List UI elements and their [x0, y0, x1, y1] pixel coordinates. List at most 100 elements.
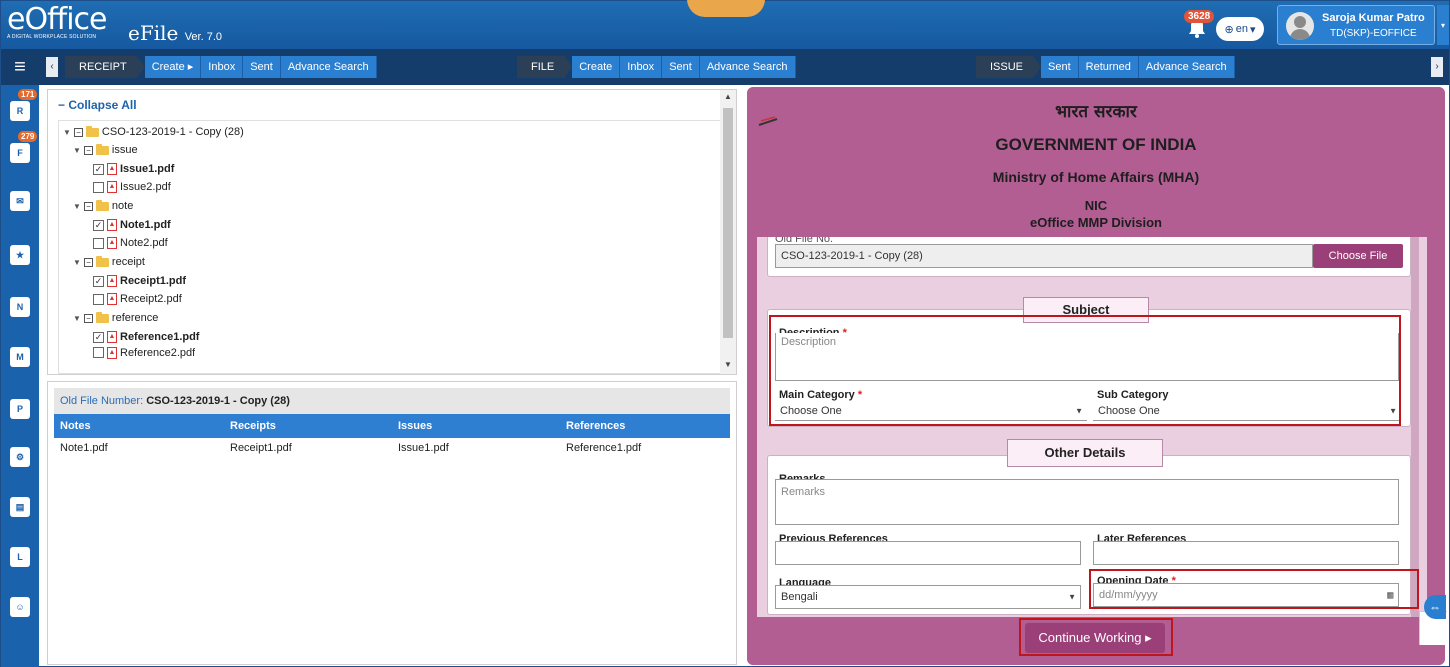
tree-root[interactable]: ▼ − CSO-123-2019-1 - Copy (28) [63, 123, 244, 141]
table-cell[interactable]: Reference1.pdf [560, 438, 730, 458]
collapse-all-link[interactable]: − Collapse All [58, 98, 137, 112]
required-marker: * [854, 389, 863, 401]
tree-folder-issue[interactable]: ▼ − issue [73, 141, 138, 159]
tree-file-item[interactable]: ▲ Issue2.pdf [93, 178, 171, 196]
file-icon[interactable]: F [10, 143, 30, 163]
expand-toggle-icon[interactable]: ▼ [73, 314, 81, 323]
vip-icon[interactable]: ★ [10, 245, 30, 265]
old-file-number-value: CSO-123-2019-1 - Copy (28) [146, 395, 290, 407]
nav-issue-returned[interactable]: Returned [1078, 56, 1139, 78]
tree-file-label: Note1.pdf [120, 219, 171, 231]
nav-receipt-sent[interactable]: Sent [243, 56, 281, 78]
notice-icon[interactable]: N [10, 297, 30, 317]
tree-file-item[interactable]: ▲ Note2.pdf [93, 234, 168, 252]
language-select[interactable]: Bengali ▼ [775, 585, 1081, 609]
calendar-icon[interactable]: ▦ [1386, 591, 1394, 600]
tree-folder-note[interactable]: ▼ − note [73, 197, 133, 215]
nav-file-advance-search[interactable]: Advance Search [699, 56, 796, 78]
checkbox[interactable] [93, 237, 104, 249]
admin-icon[interactable]: ☺ [10, 597, 30, 617]
docs-icon[interactable]: ▤ [10, 497, 30, 517]
table-cell[interactable]: Note1.pdf [54, 438, 224, 458]
collapse-box-icon[interactable]: − [73, 127, 83, 137]
tree-file-item[interactable]: ✓ ▲ Receipt1.pdf [93, 272, 186, 290]
checkbox-checked[interactable]: ✓ [93, 275, 104, 287]
eoffice-logo[interactable]: eOffice A DIGITAL WORKPLACE SOLUTION [7, 5, 107, 41]
description-textarea[interactable]: Description [775, 333, 1399, 381]
user-profile-menu[interactable]: Saroja Kumar Patro TD(SKP)-EOFFICE [1277, 5, 1435, 45]
nav-scroll-right-icon[interactable]: › [1431, 57, 1443, 77]
expand-toggle-icon[interactable]: ▼ [73, 146, 81, 155]
table-row: Note1.pdf Receipt1.pdf Issue1.pdf Refere… [54, 438, 730, 458]
manage-icon[interactable]: M [10, 347, 30, 367]
settings-icon[interactable]: ⚙ [10, 447, 30, 467]
collapse-box-icon[interactable]: − [83, 257, 93, 267]
later-references-input[interactable] [1093, 541, 1399, 565]
hamburger-menu-icon[interactable]: ≡ [5, 55, 35, 79]
tree-folder-receipt[interactable]: ▼ − receipt [73, 253, 145, 271]
pp-icon[interactable]: P [10, 399, 30, 419]
nav-file-create[interactable]: Create [572, 56, 621, 78]
previous-references-input[interactable] [775, 541, 1081, 565]
checkbox[interactable] [93, 347, 104, 358]
folder-icon [95, 255, 109, 267]
checkbox-checked[interactable]: ✓ [93, 331, 104, 343]
notification-count-badge: 3628 [1184, 10, 1215, 23]
tree-file-item[interactable]: ✓ ▲ Note1.pdf [93, 216, 171, 234]
checkbox-checked[interactable]: ✓ [93, 219, 104, 231]
table-cell[interactable]: Receipt1.pdf [224, 438, 392, 458]
checkbox-checked[interactable]: ✓ [93, 163, 104, 175]
continue-working-button[interactable]: Continue Working ▸ [1025, 623, 1165, 653]
sub-category-label: Sub Category [1097, 389, 1169, 401]
scrollbar-thumb[interactable] [723, 108, 733, 338]
tree-scrollbar[interactable]: ▲ ▼ [720, 90, 736, 374]
remarks-textarea[interactable]: Remarks [775, 479, 1399, 525]
dak-icon[interactable]: ✉ [10, 191, 30, 211]
collapse-box-icon[interactable]: − [83, 145, 93, 155]
nav-file-inbox[interactable]: Inbox [620, 56, 663, 78]
tree-file-item[interactable]: ✓ ▲ Reference1.pdf [93, 328, 199, 346]
form-body: Old File No. CSO-123-2019-1 - Copy (28) … [757, 237, 1427, 617]
checkbox[interactable] [93, 181, 104, 193]
user-dropdown-icon[interactable]: ▾ [1437, 5, 1449, 45]
opening-date-input[interactable]: dd/mm/yyyy ▦ [1093, 583, 1399, 607]
receipt-icon[interactable]: R [10, 101, 30, 121]
tree-file-item[interactable]: ✓ ▲ Issue1.pdf [93, 160, 174, 178]
language-value: en [1235, 23, 1248, 35]
main-category-select[interactable]: Choose One ▼ [775, 401, 1087, 421]
expand-toggle-icon[interactable]: ▼ [73, 202, 81, 211]
nav-receipt-create[interactable]: Create ▸ [144, 56, 202, 78]
nav-receipt-advance-search[interactable]: Advance Search [280, 56, 377, 78]
table-cell[interactable]: Issue1.pdf [392, 438, 560, 458]
collapse-box-icon[interactable]: − [83, 201, 93, 211]
form-scrollbar[interactable] [1411, 237, 1419, 617]
nav-receipt-inbox[interactable]: Inbox [201, 56, 244, 78]
scroll-down-icon[interactable]: ▼ [723, 360, 733, 370]
expand-toggle-icon[interactable]: ▼ [63, 128, 71, 137]
tree-folder-reference[interactable]: ▼ − reference [73, 309, 158, 327]
pdf-icon: ▲ [107, 293, 117, 305]
nav-issue-sent[interactable]: Sent [1041, 56, 1079, 78]
nav-file-label[interactable]: FILE [517, 56, 572, 78]
log-icon[interactable]: L [10, 547, 30, 567]
tree-file-item[interactable]: ▲ Receipt2.pdf [93, 290, 182, 308]
checkbox[interactable] [93, 293, 104, 305]
sub-category-select[interactable]: Choose One ▼ [1093, 401, 1401, 421]
nav-receipt-label[interactable]: RECEIPT [65, 56, 145, 78]
nav-file-sent[interactable]: Sent [662, 56, 700, 78]
nav-issue-advance-search[interactable]: Advance Search [1138, 56, 1235, 78]
collapse-box-icon[interactable]: − [83, 313, 93, 323]
app-name: eFile Ver. 7.0 [128, 21, 222, 45]
nav-scroll-left-icon[interactable]: ‹ [46, 57, 58, 77]
language-selector[interactable]: ⊕ en ▾ [1216, 17, 1264, 41]
choose-file-button[interactable]: Choose File [1313, 244, 1403, 268]
expand-panel-icon[interactable]: ⇔ [1424, 595, 1446, 619]
center-pull-tab[interactable] [687, 0, 765, 17]
file-attachment-panel: Old File Number: CSO-123-2019-1 - Copy (… [47, 381, 737, 665]
tree-root-label: CSO-123-2019-1 - Copy (28) [101, 126, 244, 138]
nav-issue-label[interactable]: ISSUE [976, 56, 1041, 78]
tree-file-item[interactable]: ▲ Reference2.pdf [93, 347, 195, 359]
scroll-up-icon[interactable]: ▲ [723, 92, 733, 102]
expand-toggle-icon[interactable]: ▼ [73, 258, 81, 267]
chevron-down-icon: ▾ [1249, 23, 1256, 36]
